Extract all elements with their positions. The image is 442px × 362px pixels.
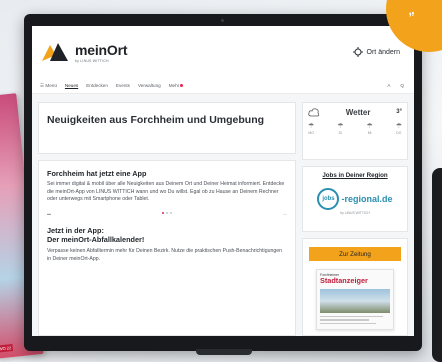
forecast-day: ☂ MO — [308, 122, 314, 135]
nav-item-entdecken[interactable]: Entdecken — [86, 83, 108, 88]
rain-icon: ☂ — [308, 123, 315, 130]
magazine-tag: WO 22 — [0, 343, 14, 353]
monitor: meinOrt by LINUS WITTICH Ort ändern ☰ Me… — [24, 14, 422, 355]
site-header: meinOrt by LINUS WITTICH Ort ändern — [32, 26, 414, 78]
carousel-dot[interactable] — [170, 212, 172, 215]
page-title: Neuigkeiten aus Forchheim und Umgebung — [47, 114, 265, 126]
camera-icon — [221, 19, 224, 22]
carousel-dot[interactable] — [162, 212, 164, 215]
change-location-button[interactable]: Ort ändern — [352, 47, 400, 57]
forecast-day-label: MI — [367, 131, 372, 135]
article2-title[interactable]: Jetzt in der App: Der meinOrt-Abfallkale… — [47, 226, 287, 246]
newspaper-cover[interactable]: Forchheimer Stadtanzeiger — [316, 269, 394, 330]
nav-item-mehr-label: Mehr — [168, 83, 180, 88]
article2-text: Verpasse keinen Abfalltermin mehr für De… — [47, 248, 283, 262]
nav-item-mehr[interactable]: Mehr — [168, 83, 184, 88]
rain-icon: ☂ — [337, 123, 344, 130]
weather-temperature: 3° — [396, 109, 402, 115]
jobs-logo-subtitle: by LINUS WITTICH — [340, 211, 370, 216]
content-columns: Neuigkeiten aus Forchheim und Umgebung F… — [32, 94, 414, 336]
logo-subtitle: by LINUS WITTICH — [75, 58, 109, 63]
nav-item-neues[interactable]: Neues — [65, 83, 78, 88]
carousel-line-icon: — — [283, 210, 287, 216]
newspaper-text-lines — [320, 315, 390, 324]
newspaper-widget: Zur Zeitung Forchheimer Stadtanzeiger — [302, 238, 408, 336]
carousel-marker-icon: ▬ — [47, 210, 51, 216]
site-logo[interactable]: meinOrt by LINUS WITTICH — [40, 41, 127, 63]
forecast-day-label: MO — [308, 131, 314, 135]
forecast-day-label: DO — [396, 131, 402, 135]
sidebar: Wetter 3° ☂ MO ☂ DI ☂ MI ☂ DO Jobs in De… — [302, 102, 408, 336]
newspaper-name: Stadtanzeiger — [320, 276, 368, 286]
rain-icon: ☂ — [366, 123, 373, 130]
nav-item-menu-label: Menü — [45, 82, 57, 88]
forecast-day: ☂ DO — [396, 122, 402, 135]
monitor-stand — [196, 349, 252, 355]
forecast-day: ☂ MI — [366, 122, 372, 135]
font-size-button[interactable]: A — [387, 83, 390, 88]
weather-title: Wetter — [345, 107, 371, 117]
search-button[interactable]: Q — [400, 83, 404, 88]
scene: WO 22 meinOrt by LINUS WITTICH Ort änder… — [0, 0, 442, 362]
meinort-logo-icon — [42, 43, 68, 61]
jobs-logo-circle: jobs — [317, 188, 340, 211]
jobs-title[interactable]: Jobs in Deiner Region — [308, 172, 402, 179]
jobs-regional-logo[interactable]: jobs -regional.de — [308, 188, 402, 211]
location-target-icon — [352, 47, 363, 57]
zur-zeitung-button[interactable]: Zur Zeitung — [309, 247, 401, 262]
nav-item-verwaltung[interactable]: Verwaltung — [138, 83, 161, 88]
jobs-logo-word: -regional.de — [341, 194, 393, 205]
main-column: Neuigkeiten aus Forchheim und Umgebung F… — [38, 102, 296, 336]
carousel-dot[interactable] — [166, 212, 168, 215]
logo-text: meinOrt — [75, 41, 128, 58]
jobs-widget[interactable]: Jobs in Deiner Region jobs -regional.de … — [302, 166, 408, 233]
carousel-dots[interactable] — [162, 212, 172, 215]
carousel-controls: ▬ — — [47, 211, 287, 216]
forecast-day: ☂ DI — [337, 122, 343, 135]
change-location-label: Ort ändern — [366, 48, 400, 56]
forecast-day-label: DI — [338, 131, 343, 135]
notification-dot — [180, 84, 184, 87]
nav-item-events[interactable]: Events — [116, 83, 130, 88]
weather-forecast: ☂ MO ☂ DI ☂ MI ☂ DO — [308, 122, 402, 135]
nav-right-actions: A Q — [387, 83, 404, 88]
newspaper-photo — [320, 288, 390, 313]
article-card: Forchheim hat jetzt eine App Sei immer d… — [38, 160, 296, 336]
article-text: Sei immer digital & mobil über alle Neui… — [47, 181, 285, 203]
rain-icon: ☂ — [395, 123, 402, 130]
browser-screen: meinOrt by LINUS WITTICH Ort ändern ☰ Me… — [32, 26, 414, 336]
cloud-icon — [308, 108, 320, 117]
badge-quote-mark: „ — [406, 1, 416, 18]
phone-edge — [432, 168, 442, 362]
main-nav: ☰ Menü Neues Entdecken Events Verwaltung… — [32, 78, 414, 94]
hero-card: Neuigkeiten aus Forchheim und Umgebung — [38, 102, 296, 154]
nav-item-menu[interactable]: ☰ Menü — [40, 83, 57, 89]
weather-widget[interactable]: Wetter 3° ☂ MO ☂ DI ☂ MI ☂ DO — [302, 102, 408, 161]
article-title[interactable]: Forchheim hat jetzt eine App — [47, 169, 287, 178]
